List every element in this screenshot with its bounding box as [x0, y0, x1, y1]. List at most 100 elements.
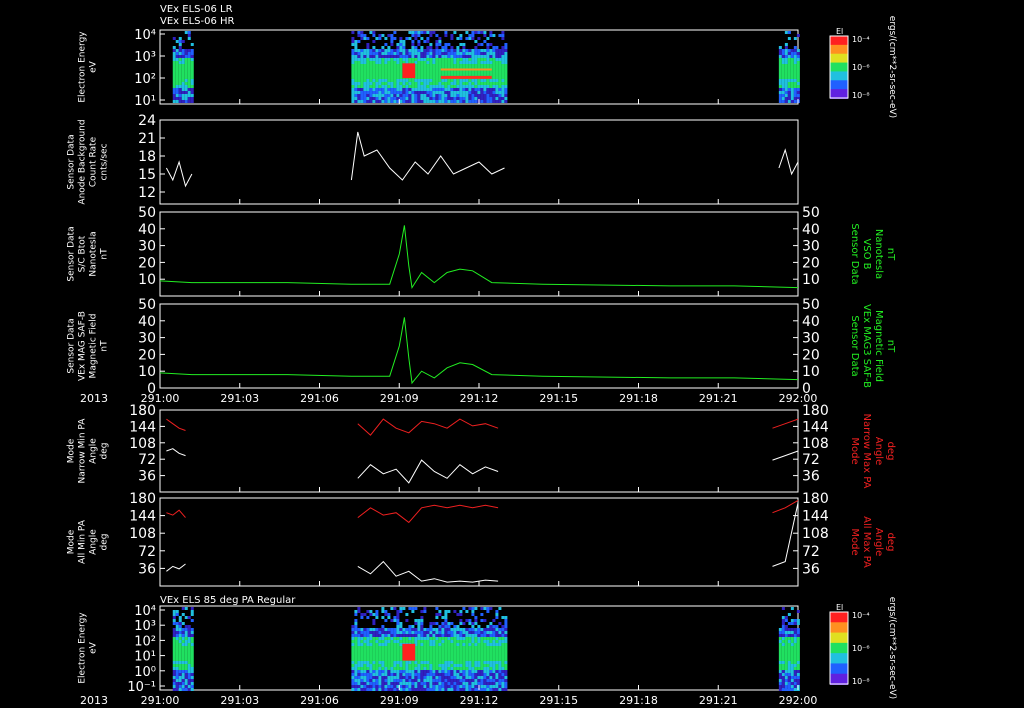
heatmap-cell — [372, 670, 376, 673]
heatmap-cell — [438, 91, 442, 94]
heatmap-cell — [354, 664, 358, 667]
heatmap-cell — [399, 625, 403, 628]
heatmap-cell — [456, 652, 460, 655]
heatmap-cell — [184, 73, 188, 76]
heatmap-cell — [465, 64, 469, 67]
heatmap-cell — [399, 655, 403, 658]
heatmap-cell — [429, 661, 433, 664]
heatmap-cell — [426, 649, 430, 652]
heatmap-cell — [190, 79, 194, 82]
heatmap-cell — [438, 73, 442, 76]
heatmap-cell — [181, 73, 185, 76]
heatmap-cell — [369, 664, 373, 667]
heatmap-cell — [360, 628, 364, 631]
heatmap-cell — [405, 667, 409, 670]
heatmap-cell — [372, 52, 376, 55]
heatmap-cell — [375, 664, 379, 667]
heatmap-cell — [793, 49, 797, 52]
heatmap-cell — [790, 100, 794, 103]
heatmap-cell — [504, 637, 508, 640]
heatmap-cell — [360, 670, 364, 673]
heatmap-cell — [459, 643, 463, 646]
heatmap-cell — [178, 64, 182, 67]
heatmap-cell — [462, 94, 466, 97]
heatmap-cell — [781, 682, 785, 685]
x-tick-label: 291:12 — [460, 392, 499, 405]
heatmap-cell — [438, 40, 442, 43]
heatmap-cell — [393, 31, 397, 34]
heatmap-cell — [450, 82, 454, 85]
heatmap-cell — [408, 607, 412, 610]
heatmap-cell — [357, 685, 361, 688]
heatmap-cell — [495, 76, 499, 79]
heatmap-cell — [414, 640, 418, 643]
heatmap-cell — [372, 49, 376, 52]
heatmap-cell — [787, 679, 791, 682]
heatmap-cell — [354, 658, 358, 661]
heatmap-cell — [351, 61, 355, 64]
heatmap-cell — [187, 616, 191, 619]
heatmap-cell — [468, 97, 472, 100]
heatmap-cell — [781, 49, 785, 52]
heatmap-cell — [178, 76, 182, 79]
heatmap-cell — [190, 58, 194, 61]
heatmap-cell — [372, 100, 376, 103]
heatmap-cell — [444, 82, 448, 85]
heatmap-cell — [796, 76, 800, 79]
heatmap-cell — [793, 640, 797, 643]
heatmap-cell — [453, 31, 457, 34]
heatmap-cell — [492, 640, 496, 643]
heatmap-cell — [432, 85, 436, 88]
heatmap-cell — [187, 76, 191, 79]
heatmap-cell — [423, 58, 427, 61]
y-axis-label: Sensor Data — [67, 226, 77, 281]
heatmap-cell — [405, 664, 409, 667]
heatmap-cell — [462, 100, 466, 103]
heatmap-cell — [184, 667, 188, 670]
heatmap-cell — [178, 625, 182, 628]
heatmap-cell — [375, 676, 379, 679]
heatmap-cell — [175, 622, 179, 625]
heatmap-cell — [784, 85, 788, 88]
heatmap-cell — [453, 61, 457, 64]
heatmap-cell — [504, 43, 508, 46]
heatmap-cell — [390, 40, 394, 43]
heatmap-cell — [501, 658, 505, 661]
heatmap-cell — [477, 664, 481, 667]
heatmap-cell — [468, 52, 472, 55]
heatmap-cell — [417, 637, 421, 640]
heatmap-cell — [178, 40, 182, 43]
heatmap-cell — [429, 685, 433, 688]
heatmap-cell — [456, 631, 460, 634]
heatmap-cell — [351, 67, 355, 70]
heatmap-cell — [501, 70, 505, 73]
heatmap-cell — [384, 646, 388, 649]
heatmap-cell — [187, 655, 191, 658]
heatmap-cell — [501, 676, 505, 679]
heatmap-cell — [489, 94, 493, 97]
heatmap-cell — [184, 658, 188, 661]
heatmap-cell — [408, 31, 412, 34]
heatmap-cell — [417, 58, 421, 61]
heatmap-cell — [504, 667, 508, 670]
heatmap-cell — [456, 640, 460, 643]
heatmap-cell — [360, 58, 364, 61]
heatmap-cell — [399, 652, 403, 655]
heatmap-cell — [429, 658, 433, 661]
y-tick-label-right: 50 — [802, 205, 820, 221]
heatmap-cell — [465, 682, 469, 685]
heatmap-cell — [399, 685, 403, 688]
heatmap-cell — [483, 658, 487, 661]
heatmap-cell — [187, 85, 191, 88]
colorbar-unit: ergs/(cm**2-sr-sec-eV) — [887, 16, 897, 118]
heatmap-cell — [420, 49, 424, 52]
heatmap-cell — [363, 634, 367, 637]
heatmap-cell — [790, 673, 794, 676]
heatmap-cell — [420, 52, 424, 55]
heatmap-cell — [444, 34, 448, 37]
heatmap-cell — [501, 688, 505, 691]
heatmap-cell — [363, 673, 367, 676]
heatmap-cell — [360, 661, 364, 664]
heatmap-cell — [456, 658, 460, 661]
heatmap-cell — [480, 670, 484, 673]
